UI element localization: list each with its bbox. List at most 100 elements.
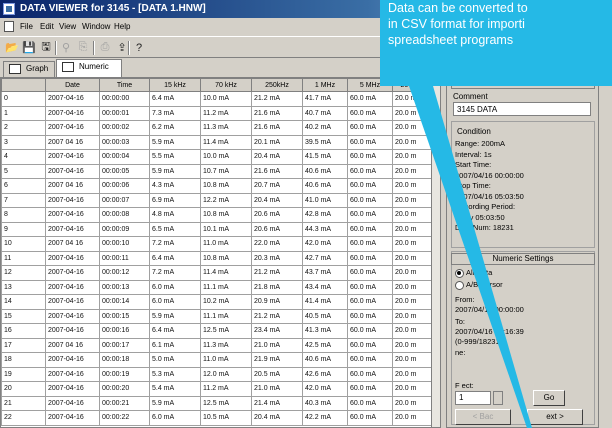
table-cell[interactable]: 00:00:05 (99, 163, 150, 179)
table-cell[interactable]: 39.5 mA (302, 134, 348, 150)
table-cell[interactable]: 2007-04-16 (45, 163, 100, 179)
table-cell[interactable]: 6.0 mA (149, 279, 201, 295)
row-index[interactable]: 2 (1, 120, 46, 136)
table-cell[interactable]: 10.1 mA (200, 221, 252, 237)
menu-view[interactable]: View (56, 18, 79, 35)
row-index[interactable]: 6 (1, 178, 46, 194)
table-cell[interactable]: 41.5 mA (302, 149, 348, 165)
row-index[interactable]: 17 (1, 337, 46, 353)
table-cell[interactable]: 20.0 m (392, 323, 433, 339)
table-cell[interactable]: 20.0 m (392, 105, 433, 121)
go-button[interactable]: Go (533, 390, 565, 406)
table-cell[interactable]: 21.2 mA (251, 91, 303, 107)
table-cell[interactable]: 60.0 mA (347, 120, 393, 136)
table-cell[interactable]: 00:00:09 (99, 221, 150, 237)
next-button[interactable]: ext > (527, 409, 583, 425)
table-cell[interactable]: 11.0 mA (200, 352, 252, 368)
table-cell[interactable]: 11.0 mA (200, 236, 252, 252)
table-cell[interactable]: 20.0 m (392, 178, 433, 194)
table-row[interactable]: 21 2007-04-16 00:00:21 5.9 mA 12.5 mA 21.4 mA… (1, 395, 433, 411)
table-row[interactable]: 11 2007-04-16 00:00:11 6.4 mA 10.8 mA 20.3 mA… (1, 250, 433, 266)
table-cell[interactable]: 40.3 mA (302, 395, 348, 411)
table-cell[interactable]: 60.0 mA (347, 352, 393, 368)
table-cell[interactable]: 2007-04-16 (45, 294, 100, 310)
table-cell[interactable]: 20.0 m (392, 352, 433, 368)
table-cell[interactable]: 40.5 mA (302, 308, 348, 324)
table-cell[interactable]: 6.2 mA (149, 120, 201, 136)
menu-file[interactable]: File (17, 18, 36, 35)
table-cell[interactable]: 11.2 mA (200, 381, 252, 397)
table-cell[interactable]: 40.6 mA (302, 352, 348, 368)
table-cell[interactable]: 60.0 mA (347, 105, 393, 121)
table-cell[interactable]: 00:00:21 (99, 395, 150, 411)
table-cell[interactable]: 4.8 mA (149, 207, 201, 223)
table-cell[interactable]: 5.9 mA (149, 163, 201, 179)
table-cell[interactable]: 7.2 mA (149, 236, 201, 252)
copy-icon[interactable]: ⎘ (75, 40, 91, 55)
row-index[interactable]: 4 (1, 149, 46, 165)
table-cell[interactable]: 22.0 mA (251, 236, 303, 252)
row-index[interactable]: 5 (1, 163, 46, 179)
row-index[interactable]: 11 (1, 250, 46, 266)
table-cell[interactable]: 7.2 mA (149, 265, 201, 281)
table-cell[interactable]: 6.0 mA (149, 410, 201, 426)
table-cell[interactable]: 10.7 mA (200, 163, 252, 179)
table-row[interactable]: 2 2007-04-16 00:00:02 6.2 mA 11.3 mA 21.6 mA 4… (1, 120, 433, 136)
menu-window[interactable]: Window (79, 18, 113, 35)
table-cell[interactable]: 41.3 mA (302, 323, 348, 339)
table-cell[interactable]: 20.4 mA (251, 410, 303, 426)
table-cell[interactable]: 2007-04-16 (45, 192, 100, 208)
table-cell[interactable]: 60.0 mA (347, 308, 393, 324)
row-index[interactable]: 8 (1, 207, 46, 223)
table-cell[interactable]: 2007-04-16 (45, 105, 100, 121)
select-spinner[interactable] (493, 391, 503, 405)
table-cell[interactable]: 20.4 mA (251, 192, 303, 208)
table-cell[interactable]: 00:00:12 (99, 265, 150, 281)
table-cell[interactable]: 20.0 m (392, 265, 433, 281)
table-cell[interactable]: 20.7 mA (251, 178, 303, 194)
table-cell[interactable]: 6.9 mA (149, 192, 201, 208)
table-cell[interactable]: 00:00:13 (99, 279, 150, 295)
table-cell[interactable]: 5.9 mA (149, 134, 201, 150)
table-row[interactable]: 6 2007 04 16 00:00:06 4.3 mA 10.8 mA 20.7 mA 4… (1, 178, 433, 194)
table-row[interactable]: 19 2007-04-16 00:00:19 5.3 mA 12.0 mA 20.5 mA… (1, 366, 433, 382)
vertical-scrollbar[interactable] (431, 78, 440, 427)
table-row[interactable]: 5 2007-04-16 00:00:05 5.9 mA 10.7 mA 21.6 mA 4… (1, 163, 433, 179)
table-cell[interactable]: 00:00:01 (99, 105, 150, 121)
table-cell[interactable]: 10.0 mA (200, 149, 252, 165)
table-cell[interactable]: 21.0 mA (251, 381, 303, 397)
table-cell[interactable]: 00:00:15 (99, 308, 150, 324)
table-cell[interactable]: 4.3 mA (149, 178, 201, 194)
table-cell[interactable]: 2007-04-16 (45, 120, 100, 136)
table-cell[interactable]: 21.2 mA (251, 308, 303, 324)
column-header[interactable]: 15 kHz (149, 78, 201, 92)
table-cell[interactable]: 21.2 mA (251, 265, 303, 281)
table-cell[interactable]: 40.6 mA (302, 178, 348, 194)
select-input[interactable]: 1 (455, 391, 491, 405)
table-cell[interactable]: 42.0 mA (302, 236, 348, 252)
table-cell[interactable]: 00:00:14 (99, 294, 150, 310)
table-row[interactable]: 14 2007-04-16 00:00:14 6.0 mA 10.2 mA 20.9 mA… (1, 294, 433, 310)
table-cell[interactable]: 11.2 mA (200, 105, 252, 121)
table-cell[interactable]: 2007 04 16 (45, 178, 100, 194)
table-cell[interactable]: 20.5 mA (251, 366, 303, 382)
table-row[interactable]: 3 2007 04 16 00:00:03 5.9 mA 11.4 mA 20.1 mA 3… (1, 134, 433, 150)
table-row[interactable]: 12 2007-04-16 00:00:12 7.2 mA 11.4 mA 21.2 mA… (1, 265, 433, 281)
table-row[interactable]: 9 2007-04-16 00:00:09 6.5 mA 10.1 mA 20.6 mA 4… (1, 221, 433, 237)
row-index[interactable]: 15 (1, 308, 46, 324)
row-index[interactable]: 10 (1, 236, 46, 252)
table-cell[interactable]: 20.0 m (392, 250, 433, 266)
table-cell[interactable]: 6.5 mA (149, 221, 201, 237)
table-row[interactable]: 0 2007-04-16 00:00:00 6.4 mA 10.0 mA 21.2 mA 4… (1, 91, 433, 107)
table-cell[interactable]: 20.0 m (392, 294, 433, 310)
table-cell[interactable]: 40.6 mA (302, 163, 348, 179)
menu-edit[interactable]: Edit (37, 18, 57, 35)
row-index[interactable]: 1 (1, 105, 46, 121)
table-cell[interactable]: 10.0 mA (200, 91, 252, 107)
table-row[interactable]: 10 2007 04 16 00:00:10 7.2 mA 11.0 mA 22.0 mA… (1, 236, 433, 252)
table-cell[interactable]: 20.4 mA (251, 149, 303, 165)
table-cell[interactable]: 60.0 mA (347, 91, 393, 107)
table-cell[interactable]: 20.0 m (392, 149, 433, 165)
table-cell[interactable]: 20.0 m (392, 337, 433, 353)
table-cell[interactable]: 5.3 mA (149, 366, 201, 382)
